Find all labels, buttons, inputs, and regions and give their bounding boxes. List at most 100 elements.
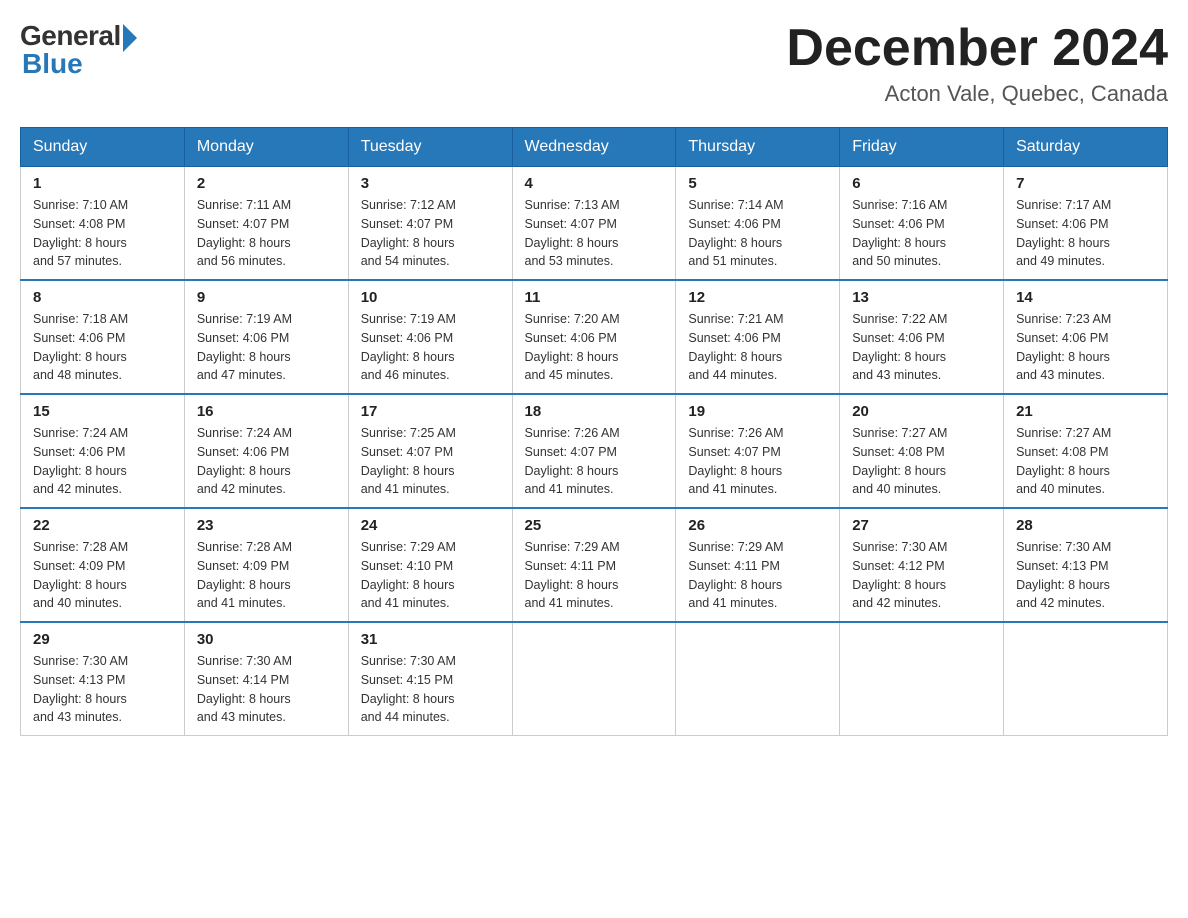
day-number: 24 (361, 517, 500, 534)
day-info: Sunrise: 7:29 AM Sunset: 4:11 PM Dayligh… (688, 538, 827, 613)
week-row-5: 29 Sunrise: 7:30 AM Sunset: 4:13 PM Dayl… (21, 622, 1168, 736)
calendar-cell: 22 Sunrise: 7:28 AM Sunset: 4:09 PM Dayl… (21, 508, 185, 622)
day-number: 5 (688, 175, 827, 192)
day-info: Sunrise: 7:30 AM Sunset: 4:15 PM Dayligh… (361, 652, 500, 727)
calendar-cell: 11 Sunrise: 7:20 AM Sunset: 4:06 PM Dayl… (512, 280, 676, 394)
day-info: Sunrise: 7:24 AM Sunset: 4:06 PM Dayligh… (197, 424, 336, 499)
day-info: Sunrise: 7:22 AM Sunset: 4:06 PM Dayligh… (852, 310, 991, 385)
calendar-cell: 26 Sunrise: 7:29 AM Sunset: 4:11 PM Dayl… (676, 508, 840, 622)
day-number: 27 (852, 517, 991, 534)
day-info: Sunrise: 7:26 AM Sunset: 4:07 PM Dayligh… (688, 424, 827, 499)
day-info: Sunrise: 7:18 AM Sunset: 4:06 PM Dayligh… (33, 310, 172, 385)
header-tuesday: Tuesday (348, 128, 512, 167)
calendar-cell: 16 Sunrise: 7:24 AM Sunset: 4:06 PM Dayl… (184, 394, 348, 508)
day-info: Sunrise: 7:12 AM Sunset: 4:07 PM Dayligh… (361, 196, 500, 271)
day-info: Sunrise: 7:24 AM Sunset: 4:06 PM Dayligh… (33, 424, 172, 499)
calendar-cell (840, 622, 1004, 736)
calendar-cell (1004, 622, 1168, 736)
day-info: Sunrise: 7:30 AM Sunset: 4:12 PM Dayligh… (852, 538, 991, 613)
day-number: 18 (525, 403, 664, 420)
day-number: 23 (197, 517, 336, 534)
day-info: Sunrise: 7:21 AM Sunset: 4:06 PM Dayligh… (688, 310, 827, 385)
day-number: 11 (525, 289, 664, 306)
page-header: General Blue December 2024 Acton Vale, Q… (20, 20, 1168, 107)
logo: General Blue (20, 20, 137, 80)
day-number: 30 (197, 631, 336, 648)
logo-blue-text: Blue (22, 48, 83, 80)
day-number: 20 (852, 403, 991, 420)
week-row-3: 15 Sunrise: 7:24 AM Sunset: 4:06 PM Dayl… (21, 394, 1168, 508)
day-info: Sunrise: 7:28 AM Sunset: 4:09 PM Dayligh… (197, 538, 336, 613)
header-friday: Friday (840, 128, 1004, 167)
calendar-cell: 5 Sunrise: 7:14 AM Sunset: 4:06 PM Dayli… (676, 167, 840, 281)
calendar-cell: 31 Sunrise: 7:30 AM Sunset: 4:15 PM Dayl… (348, 622, 512, 736)
calendar-cell: 24 Sunrise: 7:29 AM Sunset: 4:10 PM Dayl… (348, 508, 512, 622)
calendar-header-row: SundayMondayTuesdayWednesdayThursdayFrid… (21, 128, 1168, 167)
day-info: Sunrise: 7:30 AM Sunset: 4:14 PM Dayligh… (197, 652, 336, 727)
logo-arrow-icon (123, 24, 137, 52)
week-row-2: 8 Sunrise: 7:18 AM Sunset: 4:06 PM Dayli… (21, 280, 1168, 394)
day-info: Sunrise: 7:28 AM Sunset: 4:09 PM Dayligh… (33, 538, 172, 613)
day-info: Sunrise: 7:19 AM Sunset: 4:06 PM Dayligh… (197, 310, 336, 385)
day-info: Sunrise: 7:20 AM Sunset: 4:06 PM Dayligh… (525, 310, 664, 385)
day-number: 15 (33, 403, 172, 420)
day-info: Sunrise: 7:17 AM Sunset: 4:06 PM Dayligh… (1016, 196, 1155, 271)
header-wednesday: Wednesday (512, 128, 676, 167)
location-label: Acton Vale, Quebec, Canada (786, 81, 1168, 107)
calendar-cell: 2 Sunrise: 7:11 AM Sunset: 4:07 PM Dayli… (184, 167, 348, 281)
day-number: 3 (361, 175, 500, 192)
header-thursday: Thursday (676, 128, 840, 167)
calendar-cell: 15 Sunrise: 7:24 AM Sunset: 4:06 PM Dayl… (21, 394, 185, 508)
day-info: Sunrise: 7:29 AM Sunset: 4:11 PM Dayligh… (525, 538, 664, 613)
day-info: Sunrise: 7:26 AM Sunset: 4:07 PM Dayligh… (525, 424, 664, 499)
day-number: 16 (197, 403, 336, 420)
day-number: 2 (197, 175, 336, 192)
calendar-cell: 6 Sunrise: 7:16 AM Sunset: 4:06 PM Dayli… (840, 167, 1004, 281)
calendar-cell: 21 Sunrise: 7:27 AM Sunset: 4:08 PM Dayl… (1004, 394, 1168, 508)
calendar-cell: 20 Sunrise: 7:27 AM Sunset: 4:08 PM Dayl… (840, 394, 1004, 508)
day-info: Sunrise: 7:14 AM Sunset: 4:06 PM Dayligh… (688, 196, 827, 271)
calendar-cell (512, 622, 676, 736)
day-number: 29 (33, 631, 172, 648)
day-info: Sunrise: 7:19 AM Sunset: 4:06 PM Dayligh… (361, 310, 500, 385)
day-info: Sunrise: 7:29 AM Sunset: 4:10 PM Dayligh… (361, 538, 500, 613)
day-info: Sunrise: 7:16 AM Sunset: 4:06 PM Dayligh… (852, 196, 991, 271)
day-number: 31 (361, 631, 500, 648)
day-info: Sunrise: 7:10 AM Sunset: 4:08 PM Dayligh… (33, 196, 172, 271)
day-info: Sunrise: 7:11 AM Sunset: 4:07 PM Dayligh… (197, 196, 336, 271)
day-number: 7 (1016, 175, 1155, 192)
calendar-cell: 27 Sunrise: 7:30 AM Sunset: 4:12 PM Dayl… (840, 508, 1004, 622)
day-number: 17 (361, 403, 500, 420)
day-info: Sunrise: 7:23 AM Sunset: 4:06 PM Dayligh… (1016, 310, 1155, 385)
calendar-cell: 7 Sunrise: 7:17 AM Sunset: 4:06 PM Dayli… (1004, 167, 1168, 281)
header-sunday: Sunday (21, 128, 185, 167)
calendar-cell: 1 Sunrise: 7:10 AM Sunset: 4:08 PM Dayli… (21, 167, 185, 281)
calendar-cell: 19 Sunrise: 7:26 AM Sunset: 4:07 PM Dayl… (676, 394, 840, 508)
calendar-cell: 30 Sunrise: 7:30 AM Sunset: 4:14 PM Dayl… (184, 622, 348, 736)
title-section: December 2024 Acton Vale, Quebec, Canada (786, 20, 1168, 107)
day-info: Sunrise: 7:27 AM Sunset: 4:08 PM Dayligh… (1016, 424, 1155, 499)
week-row-1: 1 Sunrise: 7:10 AM Sunset: 4:08 PM Dayli… (21, 167, 1168, 281)
header-monday: Monday (184, 128, 348, 167)
calendar-cell: 12 Sunrise: 7:21 AM Sunset: 4:06 PM Dayl… (676, 280, 840, 394)
day-number: 1 (33, 175, 172, 192)
calendar-cell: 18 Sunrise: 7:26 AM Sunset: 4:07 PM Dayl… (512, 394, 676, 508)
calendar-table: SundayMondayTuesdayWednesdayThursdayFrid… (20, 127, 1168, 736)
day-number: 21 (1016, 403, 1155, 420)
day-number: 28 (1016, 517, 1155, 534)
day-number: 4 (525, 175, 664, 192)
day-info: Sunrise: 7:30 AM Sunset: 4:13 PM Dayligh… (33, 652, 172, 727)
calendar-cell: 28 Sunrise: 7:30 AM Sunset: 4:13 PM Dayl… (1004, 508, 1168, 622)
day-number: 10 (361, 289, 500, 306)
day-number: 12 (688, 289, 827, 306)
calendar-cell: 4 Sunrise: 7:13 AM Sunset: 4:07 PM Dayli… (512, 167, 676, 281)
day-number: 22 (33, 517, 172, 534)
calendar-cell: 9 Sunrise: 7:19 AM Sunset: 4:06 PM Dayli… (184, 280, 348, 394)
day-number: 9 (197, 289, 336, 306)
day-number: 26 (688, 517, 827, 534)
day-number: 8 (33, 289, 172, 306)
day-number: 13 (852, 289, 991, 306)
calendar-cell: 8 Sunrise: 7:18 AM Sunset: 4:06 PM Dayli… (21, 280, 185, 394)
day-number: 14 (1016, 289, 1155, 306)
day-info: Sunrise: 7:25 AM Sunset: 4:07 PM Dayligh… (361, 424, 500, 499)
